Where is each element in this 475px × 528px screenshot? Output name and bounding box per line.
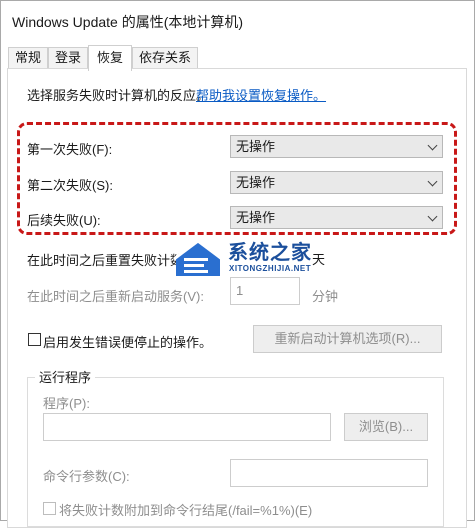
cmdline-label: 命令行参数(C):	[43, 469, 130, 484]
subsequent-failures-label: 后续失败(U):	[27, 213, 101, 228]
restart-service-unit: 分钟	[312, 289, 339, 304]
restart-service-label: 在此时间之后重新启动服务(V):	[27, 289, 204, 304]
tab-general[interactable]: 常规	[8, 47, 48, 69]
watermark-text: 系统之家	[228, 242, 312, 264]
intro-text: 选择服务失败时计算机的反应。	[27, 88, 210, 103]
second-failure-value: 无操作	[236, 175, 276, 190]
cmdline-input[interactable]	[230, 459, 428, 487]
restart-service-input[interactable]: 1	[230, 277, 300, 305]
restart-service-value: 1	[236, 283, 244, 298]
first-failure-value: 无操作	[236, 139, 276, 154]
tab-dependencies[interactable]: 依存关系	[132, 47, 198, 69]
subsequent-failures-value: 无操作	[236, 210, 276, 225]
restart-computer-options-button[interactable]: 重新启动计算机选项(R)...	[253, 325, 442, 353]
second-failure-label: 第二次失败(S):	[27, 178, 113, 193]
subsequent-failures-select[interactable]: 无操作	[230, 206, 443, 229]
append-fail-count-label: 将失败计数附加到命令行结尾(/fail=%1%)(E)	[59, 503, 313, 518]
title-bar[interactable]: Windows Update 的属性(本地计算机)	[1, 1, 474, 39]
watermark-subtext: XITONGZHIJIA.NET	[229, 264, 312, 273]
run-program-title: 运行程序	[35, 367, 96, 386]
tab-strip: 常规 登录 恢复 依存关系	[8, 45, 468, 71]
tab-logon[interactable]: 登录	[48, 47, 88, 69]
browse-button[interactable]: 浏览(B)...	[344, 413, 428, 441]
program-input[interactable]	[43, 413, 331, 441]
chevron-down-icon	[427, 140, 438, 151]
first-failure-label: 第一次失败(F):	[27, 142, 113, 157]
enable-actions-checkbox[interactable]	[28, 333, 41, 346]
house-logo-icon	[173, 239, 223, 276]
tab-recovery[interactable]: 恢复	[88, 45, 132, 71]
chevron-down-icon	[427, 211, 438, 222]
chevron-down-icon	[427, 176, 438, 187]
watermark-logo: 系统之家 XITONGZHIJIA.NET	[172, 236, 332, 280]
first-failure-select[interactable]: 无操作	[230, 135, 443, 158]
enable-actions-label: 启用发生错误便停止的操作。	[43, 335, 213, 350]
program-label: 程序(P):	[43, 396, 90, 411]
help-link[interactable]: 帮助我设置恢复操作。	[196, 85, 326, 104]
reset-count-label: 在此时间之后重置失败计数	[27, 253, 184, 268]
window-title: Windows Update 的属性(本地计算机)	[12, 14, 244, 30]
second-failure-select[interactable]: 无操作	[230, 171, 443, 194]
append-fail-count-checkbox[interactable]	[43, 502, 56, 515]
